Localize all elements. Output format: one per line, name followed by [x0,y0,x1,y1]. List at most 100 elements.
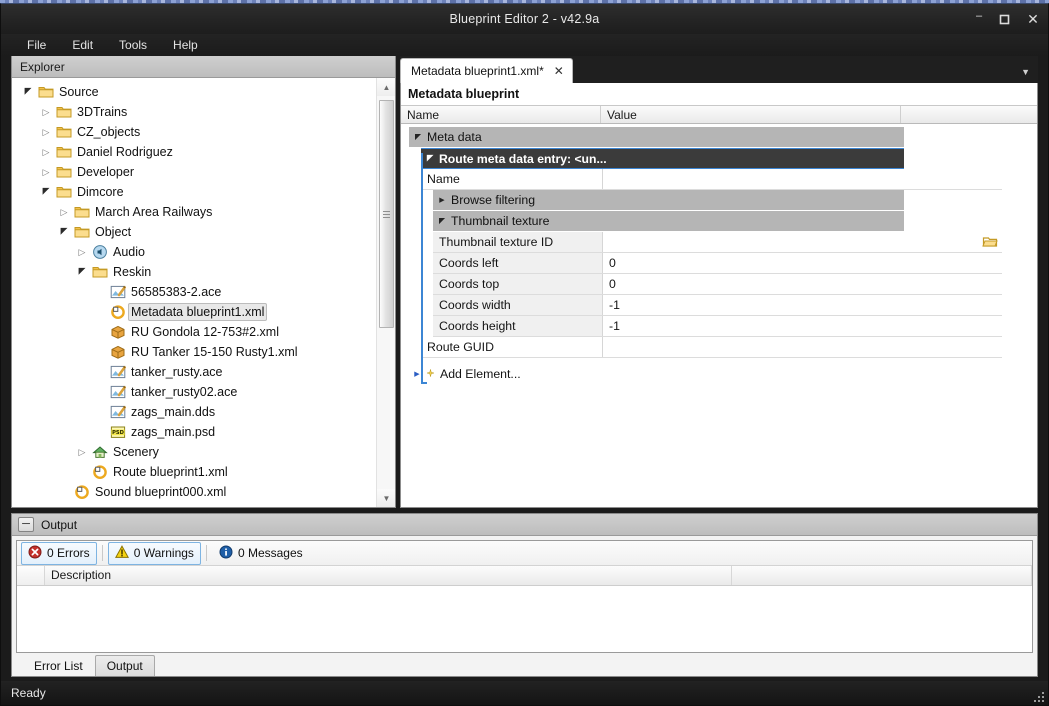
collapse-icon[interactable]: ─ [18,517,34,532]
expand-triangle-open-icon[interactable]: ◢ [56,222,72,242]
tree-item[interactable]: ▷ Audio [12,242,375,262]
column-header-value[interactable]: Value [601,106,901,123]
property-category-row[interactable]: ▶ Browse filtering [433,190,904,211]
maximize-button[interactable] [999,14,1013,25]
expand-triangle-closed-icon[interactable]: ▷ [38,102,54,122]
property-value-cell[interactable] [603,169,1002,189]
warnings-filter-button[interactable]: 0 Warnings [107,541,201,565]
property-name-cell: Name [421,169,603,189]
errors-filter-button[interactable]: 0 Errors [21,541,97,565]
property-value-cell[interactable]: 0 [603,253,1002,273]
property-value-cell[interactable]: 0 [603,274,1002,294]
tree-item[interactable]: ◢ Reskin [12,262,375,282]
tree-item[interactable]: ▷ Developer [12,162,375,182]
expand-triangle-closed-icon[interactable]: ▷ [38,162,54,182]
resize-grip[interactable] [1031,689,1044,702]
chevron-down-icon[interactable]: ▼ [1021,67,1030,77]
property-row[interactable]: Thumbnail texture ID [433,232,1002,253]
expand-triangle-closed-icon[interactable]: ▷ [74,242,90,262]
tree-item[interactable]: ▷ Daniel Rodriguez [12,142,375,162]
scrollbar-thumb[interactable] [379,100,394,328]
tree-item-selected[interactable]: Metadata blueprint1.xml [12,302,375,322]
tree-item[interactable]: RU Tanker 15-150 Rusty1.xml [12,342,375,362]
tab-output[interactable]: Output [94,655,155,676]
scroll-up-arrow[interactable]: ▲ [377,78,395,96]
tree-item[interactable]: tanker_rusty.ace [12,362,375,382]
tree-item-label: 3DTrains [77,105,128,119]
folder-icon [72,224,92,240]
tree-item-label: Metadata blueprint1.xml [128,303,268,321]
tree-item-label: Sound blueprint000.xml [95,485,227,499]
property-value-cell[interactable]: -1 [603,295,1002,315]
property-row[interactable]: Coords top 0 [433,274,1002,295]
tree-item[interactable]: ◢ Object [12,222,375,242]
tree-item[interactable]: ◢ Dimcore [12,182,375,202]
column-header-description[interactable]: Description [45,566,732,585]
tree-item-label: 56585383-2.ace [131,285,222,299]
expand-triangle-open-icon[interactable]: ◢ [38,182,54,202]
tab-metadata-blueprint[interactable]: Metadata blueprint1.xml* ✕ [400,58,573,83]
property-value-cell[interactable] [603,232,1002,252]
collapse-triangle-icon[interactable]: ◢ [409,133,427,142]
tab-close-icon[interactable]: ✕ [554,65,564,77]
property-category-row[interactable]: ◢ Thumbnail texture [433,211,904,232]
tree-item[interactable]: zags_main.dds [12,402,375,422]
property-value: -1 [609,298,620,312]
tree-item[interactable]: Route blueprint1.xml [12,462,375,482]
property-grid-body[interactable]: ◢ Meta data ◢ Route meta data entry: <un...… [401,124,1037,507]
property-name-cell: Coords width [433,295,603,315]
tree-item[interactable]: RU Gondola 12-753#2.xml [12,322,375,342]
blueprint-icon [108,304,128,320]
tree-item[interactable]: Sound blueprint000.xml [12,482,375,502]
tree-item-label: tanker_rusty02.ace [131,385,238,399]
tree-item[interactable]: ▷ 3DTrains [12,102,375,122]
property-category-row[interactable]: ◢ Meta data [409,127,904,148]
expand-triangle-icon[interactable]: ▶ [433,196,451,204]
expand-triangle-open-icon[interactable]: ◢ [20,82,36,102]
property-row[interactable]: Coords height -1 [433,316,1002,337]
property-value-cell[interactable]: -1 [603,316,1002,336]
tree-item[interactable]: 56585383-2.ace [12,282,375,302]
file-tree[interactable]: ◢ Source ▷ 3DTrains ▷ CZ_objects ▷ Daniel Rodri… [12,82,375,507]
tree-item[interactable]: ▷ March Area Railways [12,202,375,222]
collapse-triangle-icon[interactable]: ◢ [433,217,451,226]
close-button[interactable]: ✕ [1026,12,1040,26]
tab-error-list[interactable]: Error List [22,655,95,676]
output-list-rows[interactable] [17,586,1032,652]
info-icon [219,545,233,562]
minimize-button[interactable]: – [972,10,986,22]
menu-item-edit[interactable]: Edit [62,36,103,54]
messages-filter-button[interactable]: 0 Messages [212,542,310,565]
menu-item-tools[interactable]: Tools [109,36,157,54]
expand-triangle-closed-icon[interactable]: ▷ [38,122,54,142]
tree-item[interactable]: PSD zags_main.psd [12,422,375,442]
property-value-cell[interactable] [603,337,1002,357]
tree-item[interactable]: ◢ Source [12,82,375,102]
property-entry-row[interactable]: ◢ Route meta data entry: <un... [421,148,904,169]
column-header-name[interactable]: Name [401,106,601,123]
category-label: Route meta data entry: <un... [439,151,607,166]
tree-item[interactable]: ▷ Scenery [12,442,375,462]
property-row[interactable]: Route GUID [421,337,1002,358]
property-row[interactable]: Coords left 0 [433,253,1002,274]
menu-item-file[interactable]: File [17,36,56,54]
add-element-row[interactable]: ▶ Add Element... [409,363,1037,384]
property-row[interactable]: Coords width -1 [433,295,1002,316]
expand-triangle-closed-icon[interactable]: ▷ [38,142,54,162]
tree-item-label: RU Gondola 12-753#2.xml [131,325,279,339]
browse-folder-icon[interactable] [982,234,998,250]
add-element-label: Add Element... [440,366,521,381]
expand-triangle-closed-icon[interactable]: ▷ [56,202,72,222]
error-list-toolbar: 0 Errors 0 Warnings 0 Messages [17,541,1032,566]
column-header-extra[interactable] [732,566,1032,585]
explorer-scrollbar[interactable]: ▲ ▼ [376,78,395,507]
property-row[interactable]: Name [421,169,1002,190]
collapse-triangle-icon[interactable]: ◢ [421,154,439,163]
tree-item[interactable]: tanker_rusty02.ace [12,382,375,402]
tree-item[interactable]: ▷ CZ_objects [12,122,375,142]
expand-triangle-open-icon[interactable]: ◢ [74,262,90,282]
menu-item-help[interactable]: Help [163,36,208,54]
expand-triangle-closed-icon[interactable]: ▷ [74,442,90,462]
messages-count-label: 0 Messages [237,546,303,560]
scroll-down-arrow[interactable]: ▼ [377,489,395,507]
